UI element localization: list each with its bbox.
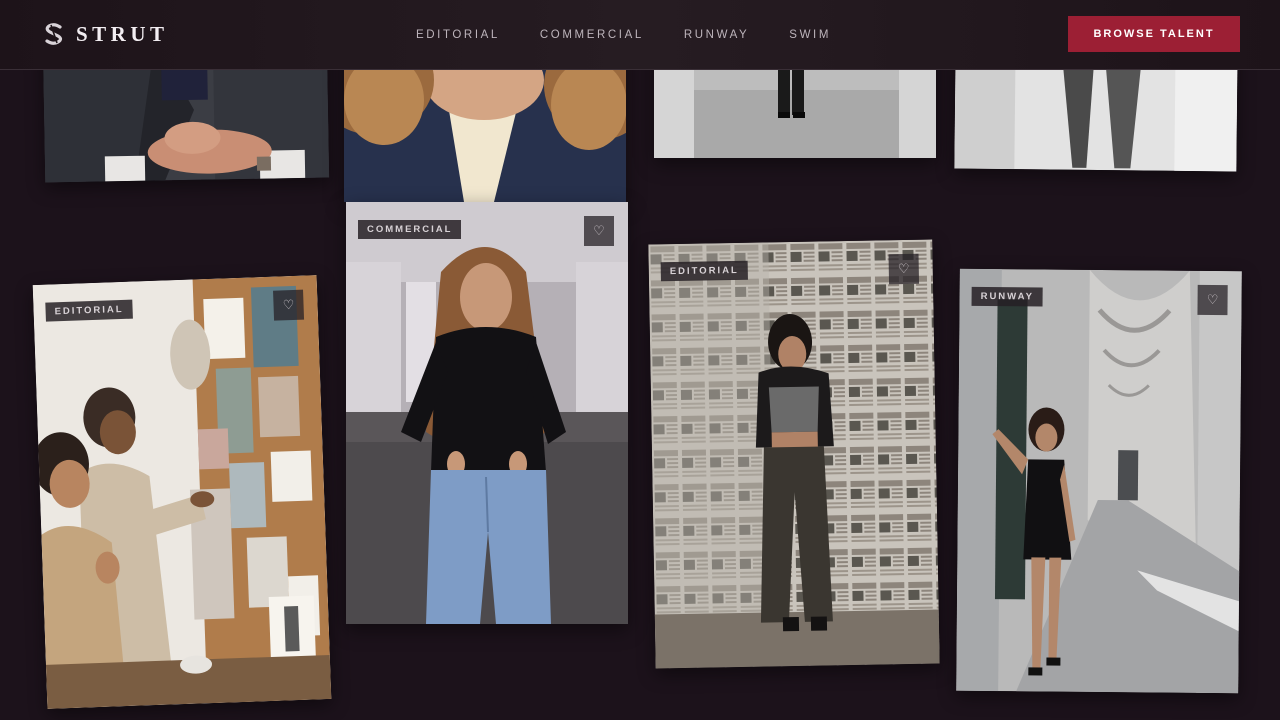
browse-talent-button[interactable]: BROWSE TALENT	[1068, 16, 1240, 52]
card-category-tag: RUNWAY	[971, 286, 1044, 307]
card-category-tag: COMMERCIAL	[358, 220, 462, 239]
gallery-card-editorial-newspaper[interactable]: EDITORIAL ♡	[648, 239, 940, 669]
nav-runway[interactable]: RUNWAY	[684, 29, 749, 41]
gallery-card-commercial[interactable]: COMMERCIAL ♡	[346, 202, 628, 624]
heart-icon[interactable]: ♡	[273, 289, 305, 321]
brand-name: STRUT	[76, 21, 169, 46]
photo-moodboard-team	[32, 275, 332, 709]
photo-black-top-woman	[346, 202, 628, 624]
heart-icon[interactable]: ♡	[584, 216, 614, 246]
card-category-tag: EDITORIAL	[660, 260, 748, 282]
heart-icon[interactable]: ♡	[1197, 284, 1228, 316]
card-category-tag: EDITORIAL	[45, 299, 133, 322]
photo-arched-corridor	[956, 268, 1242, 694]
photo-newspaper-room	[648, 239, 940, 669]
page: EDITORIAL ♡ COMMERCIAL ♡ EDITORIAL ♡ RUN…	[0, 0, 1280, 720]
heart-icon[interactable]: ♡	[888, 253, 920, 285]
brand-logo[interactable]: STRUT	[44, 20, 169, 48]
nav-editorial[interactable]: EDITORIAL	[416, 29, 500, 41]
main-nav: EDITORIAL COMMERCIAL RUNWAY SWIM	[416, 0, 871, 69]
gallery-card-runway[interactable]: RUNWAY ♡	[956, 268, 1242, 694]
brand-s-mark-icon	[45, 23, 63, 45]
nav-commercial[interactable]: COMMERCIAL	[540, 29, 644, 41]
top-navigation-bar: STRUT EDITORIAL COMMERCIAL RUNWAY SWIM B…	[0, 0, 1280, 70]
nav-swim[interactable]: SWIM	[789, 29, 831, 41]
gallery-card-editorial-moodboard[interactable]: EDITORIAL ♡	[32, 275, 332, 709]
